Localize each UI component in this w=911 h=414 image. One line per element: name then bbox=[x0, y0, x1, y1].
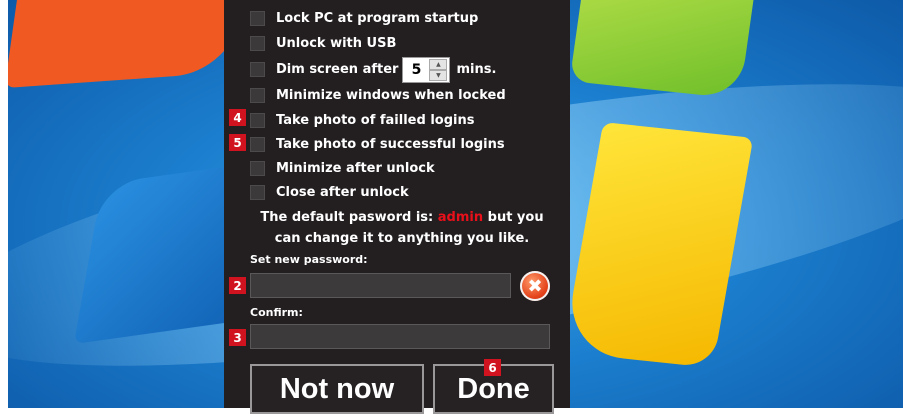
option-dim-screen[interactable]: Dim screen after 5 ▲ ▼ mins. bbox=[250, 56, 497, 83]
annotation-marker-6: 6 bbox=[484, 359, 501, 376]
note-prefix: The default pasword is: bbox=[260, 210, 438, 225]
option-label: Dim screen after bbox=[276, 62, 399, 77]
dim-minutes-unit: mins. bbox=[456, 62, 497, 77]
option-label: Unlock with USB bbox=[276, 36, 397, 51]
minimize-windows-checkbox[interactable] bbox=[250, 88, 265, 103]
dim-screen-checkbox[interactable] bbox=[250, 62, 265, 77]
option-minimize-after-unlock[interactable]: Minimize after unlock bbox=[250, 160, 435, 177]
option-label: Lock PC at program startup bbox=[276, 11, 479, 26]
annotation-marker-4: 4 bbox=[229, 109, 246, 126]
windows-logo-red-pane bbox=[8, 0, 252, 89]
annotation-marker-2: 2 bbox=[229, 277, 246, 294]
option-unlock-usb[interactable]: Unlock with USB bbox=[250, 35, 396, 52]
minimize-after-unlock-checkbox[interactable] bbox=[250, 161, 265, 176]
close-icon: ✖ bbox=[527, 275, 543, 297]
dim-minutes-value[interactable]: 5 bbox=[403, 62, 429, 78]
option-lock-at-startup[interactable]: Lock PC at program startup bbox=[250, 10, 478, 27]
option-label: Close after unlock bbox=[276, 185, 409, 200]
dim-minutes-stepper[interactable]: 5 ▲ ▼ bbox=[402, 56, 451, 83]
default-password-value: admin bbox=[437, 210, 484, 225]
photo-failed-checkbox[interactable] bbox=[250, 113, 265, 128]
option-label: Take photo of failled logins bbox=[276, 113, 475, 128]
option-photo-successful[interactable]: Take photo of successful logins bbox=[250, 136, 505, 153]
option-minimize-windows[interactable]: Minimize windows when locked bbox=[250, 87, 506, 104]
lock-settings-dialog: Lock PC at program startup Unlock with U… bbox=[224, 0, 570, 414]
annotation-marker-3: 3 bbox=[229, 329, 246, 346]
new-password-label: Set new password: bbox=[250, 253, 368, 266]
confirm-password-field[interactable] bbox=[250, 324, 550, 349]
option-label: Minimize after unlock bbox=[276, 161, 435, 176]
photo-successful-checkbox[interactable] bbox=[250, 137, 265, 152]
option-label: Take photo of successful logins bbox=[276, 137, 505, 152]
new-password-field[interactable] bbox=[250, 273, 511, 298]
option-label: Minimize windows when locked bbox=[276, 88, 506, 103]
default-password-note-line2: can change it to anything you like. bbox=[274, 231, 530, 246]
unlock-usb-checkbox[interactable] bbox=[250, 36, 265, 51]
option-photo-failed[interactable]: Take photo of failled logins bbox=[250, 112, 474, 129]
option-close-after-unlock[interactable]: Close after unlock bbox=[250, 184, 409, 201]
windows-logo-green-pane bbox=[569, 0, 757, 99]
close-after-unlock-checkbox[interactable] bbox=[250, 185, 265, 200]
note-suffix: but you bbox=[483, 210, 544, 225]
default-password-note: The default pasword is: admin but you bbox=[242, 210, 562, 225]
annotation-marker-5: 5 bbox=[229, 134, 246, 151]
not-now-button[interactable]: Not now bbox=[250, 364, 424, 414]
stepper-down-icon[interactable]: ▼ bbox=[429, 69, 448, 81]
stepper-up-icon[interactable]: ▲ bbox=[429, 58, 448, 70]
confirm-label: Confirm: bbox=[250, 306, 303, 319]
clear-password-button[interactable]: ✖ bbox=[520, 271, 550, 301]
lock-at-startup-checkbox[interactable] bbox=[250, 11, 265, 26]
